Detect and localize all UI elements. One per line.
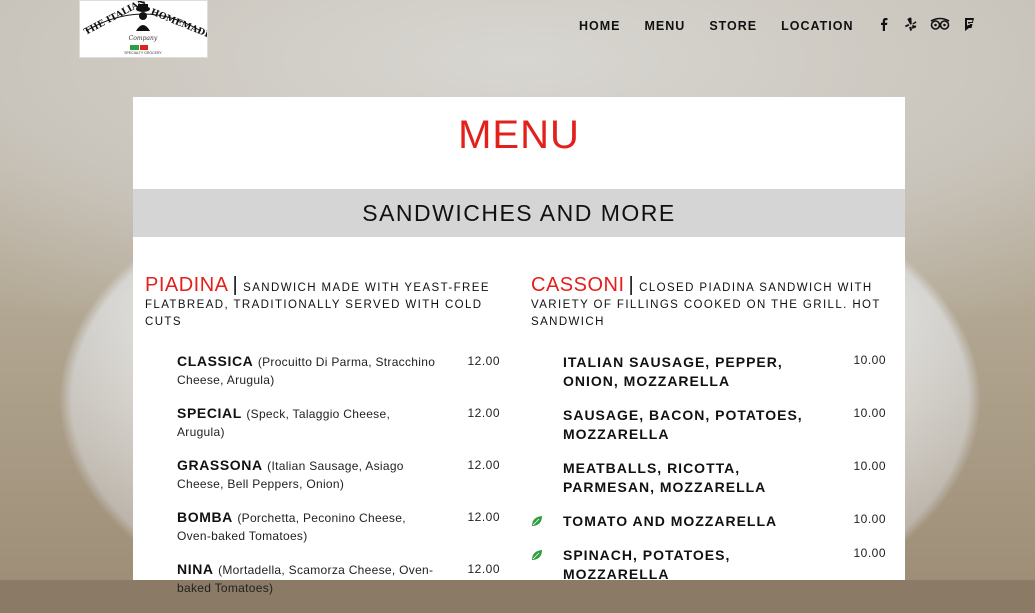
item-name: ITALIAN SAUSAGE, PEPPER, ONION, MOZZAREL… bbox=[563, 354, 783, 389]
item-price: 12.00 bbox=[467, 458, 500, 472]
item-price: 12.00 bbox=[467, 406, 500, 420]
menu-item: NINA (Mortadella, Scamorza Cheese, Oven-… bbox=[145, 561, 500, 597]
vegetarian-leaf-icon bbox=[531, 548, 543, 560]
piadina-section: PIADINA | SANDWICH MADE WITH YEAST-FREE FL… bbox=[145, 274, 500, 613]
item-price: 10.00 bbox=[853, 406, 886, 420]
item-name: GRASSONA bbox=[177, 457, 263, 473]
item-name: NINA bbox=[177, 561, 214, 577]
item-name: SPECIAL bbox=[177, 405, 242, 421]
menu-item: TOMATO AND MOZZARELLA 10.00 bbox=[531, 512, 886, 531]
section-title: SANDWICHES AND MORE bbox=[362, 200, 676, 226]
item-description: (Mortadella, Scamorza Cheese, Oven-baked… bbox=[177, 563, 434, 595]
page-title: MENU bbox=[458, 113, 580, 157]
menu-item: SPINACH, POTATOES, MOZZARELLA 10.00 bbox=[531, 546, 886, 584]
nav-store[interactable]: STORE bbox=[709, 18, 757, 34]
social-links bbox=[876, 16, 977, 32]
logo-subtitle: Company bbox=[129, 35, 158, 42]
item-price: 10.00 bbox=[853, 546, 886, 560]
tripadvisor-icon[interactable] bbox=[930, 16, 950, 32]
separator: | bbox=[628, 274, 636, 296]
menu-item: CLASSICA (Procuitto Di Parma, Stracchino… bbox=[145, 353, 500, 389]
cassoni-section: CASSONI | CLOSED PIADINA SANDWICH WITH VAR… bbox=[531, 274, 886, 599]
item-name: TOMATO AND MOZZARELLA bbox=[563, 513, 778, 529]
menu-card: MENU SANDWICHES AND MORE PIADINA | SANDWIC… bbox=[133, 97, 905, 595]
item-name: BOMBA bbox=[177, 509, 233, 525]
item-price: 12.00 bbox=[467, 354, 500, 368]
item-name: MEATBALLS, RICOTTA, PARMESAN, MOZZARELLA bbox=[563, 460, 767, 495]
logo-title-right: HOMEMADE bbox=[149, 8, 207, 42]
menu-item: GRASSONA (Italian Sausage, Asiago Cheese… bbox=[145, 457, 500, 493]
vegetarian-leaf-icon bbox=[531, 514, 543, 526]
menu-item: SAUSAGE, BACON, POTATOES, MOZZARELLA 10.… bbox=[531, 406, 886, 444]
item-name: SPINACH, POTATOES, MOZZARELLA bbox=[563, 547, 731, 582]
item-name: CLASSICA bbox=[177, 353, 254, 369]
item-price: 10.00 bbox=[853, 353, 886, 367]
main-navigation: HOME MENU STORE LOCATION bbox=[579, 18, 878, 34]
item-name: SAUSAGE, BACON, POTATOES, MOZZARELLA bbox=[563, 407, 803, 442]
separator: | bbox=[232, 274, 240, 296]
nav-home[interactable]: HOME bbox=[579, 18, 621, 34]
site-logo[interactable]: THE ITALIAN HOMEMADE Company SPECIALTY G… bbox=[79, 0, 208, 58]
menu-item: BOMBA (Porchetta, Peconino Cheese, Oven-… bbox=[145, 509, 500, 545]
nav-location[interactable]: LOCATION bbox=[781, 18, 853, 34]
menu-items: CLASSICA (Procuitto Di Parma, Stracchino… bbox=[145, 353, 500, 597]
facebook-icon[interactable] bbox=[876, 16, 892, 32]
section-header: SANDWICHES AND MORE bbox=[133, 189, 905, 237]
menu-item: ITALIAN SAUSAGE, PEPPER, ONION, MOZZAREL… bbox=[531, 353, 886, 391]
yelp-icon[interactable] bbox=[903, 16, 919, 32]
logo-title-left: THE ITALIAN bbox=[83, 1, 148, 38]
item-price: 12.00 bbox=[467, 562, 500, 576]
category-header: PIADINA | SANDWICH MADE WITH YEAST-FREE FL… bbox=[145, 274, 500, 331]
menu-item: SPECIAL (Speck, Talaggio Cheese, Arugula… bbox=[145, 405, 500, 441]
category-name: CASSONI bbox=[531, 274, 625, 296]
menu-items: ITALIAN SAUSAGE, PEPPER, ONION, MOZZAREL… bbox=[531, 353, 886, 584]
category-name: PIADINA bbox=[145, 274, 229, 296]
item-price: 10.00 bbox=[853, 459, 886, 473]
item-price: 10.00 bbox=[853, 512, 886, 526]
category-header: CASSONI | CLOSED PIADINA SANDWICH WITH VAR… bbox=[531, 274, 886, 331]
foursquare-icon[interactable] bbox=[961, 16, 977, 32]
menu-item: MEATBALLS, RICOTTA, PARMESAN, MOZZARELLA… bbox=[531, 459, 886, 497]
item-price: 12.00 bbox=[467, 510, 500, 524]
nav-menu[interactable]: MENU bbox=[645, 18, 686, 34]
logo-tagline: SPECIALTY GROCERY bbox=[124, 51, 162, 55]
